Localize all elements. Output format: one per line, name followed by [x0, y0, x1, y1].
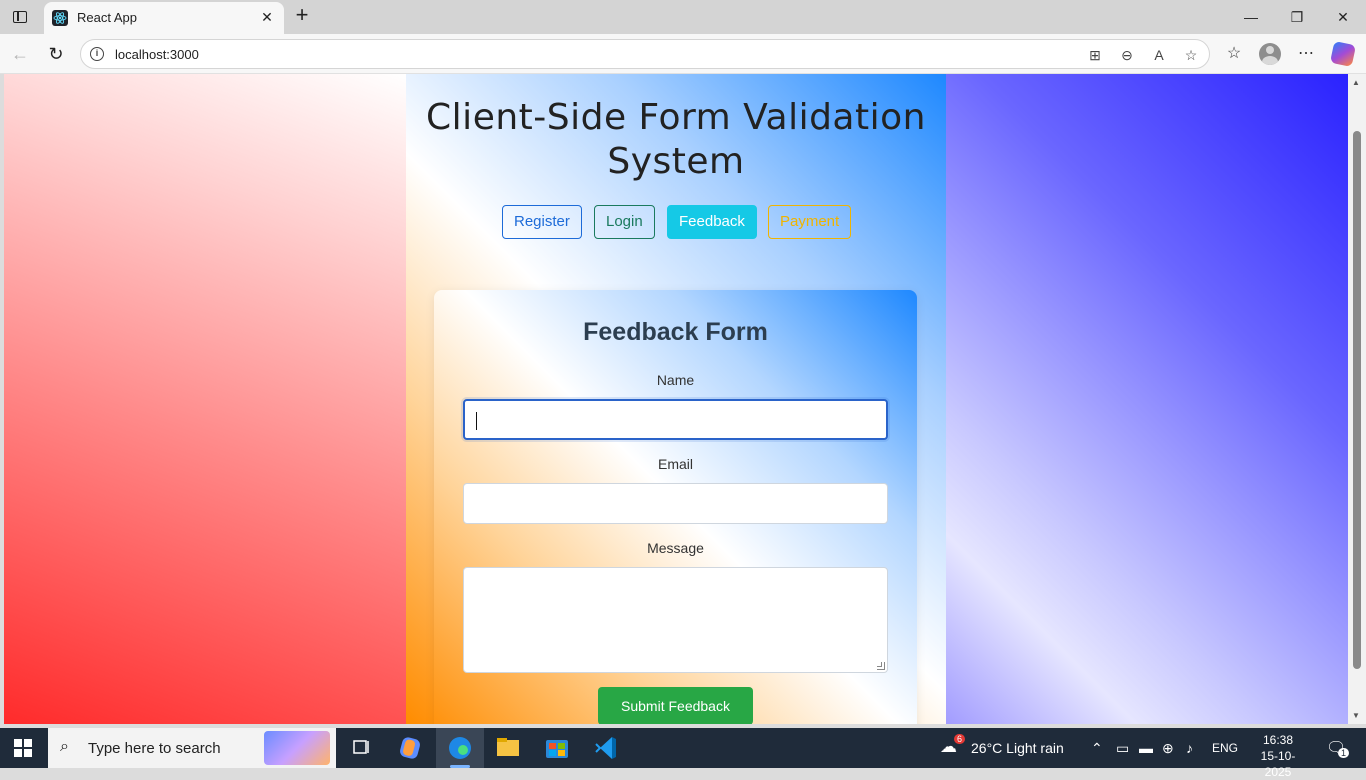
browser-tabstrip: React App ✕ + — ❐ ✕ [0, 0, 1366, 34]
text-caret [476, 412, 477, 430]
nav-payment-button[interactable]: Payment [768, 205, 852, 239]
network-globe-icon[interactable]: ⊕ [1162, 740, 1174, 757]
battery-icon[interactable]: ▬ [1139, 740, 1153, 756]
browser-toolbar: ← ↻ i localhost:3000 ⊞ ⊖ A ☆ ☆ ⋯ [0, 34, 1366, 74]
message-label: Message [647, 540, 704, 556]
app-container: Client-Side Form Validation System Regis… [406, 74, 946, 724]
scrollbar-thumb[interactable] [1353, 131, 1361, 669]
vertical-scrollbar[interactable]: ▲ ▼ [1348, 74, 1366, 724]
edge-taskbar-icon[interactable] [436, 728, 484, 768]
favorite-star-icon[interactable]: ☆ [1181, 45, 1201, 65]
background-left [4, 74, 406, 724]
read-aloud-icon[interactable]: A [1149, 45, 1169, 65]
new-tab-icon[interactable]: + [290, 4, 314, 27]
browser-tab[interactable]: React App ✕ [44, 2, 284, 34]
feedback-form-card: Feedback Form Name Email Message Submit … [434, 290, 917, 724]
window-close-icon[interactable]: ✕ [1328, 6, 1358, 28]
page-title: Client-Side Form Validation System [426, 97, 926, 182]
language-indicator[interactable]: ENG [1212, 741, 1238, 755]
minimize-icon[interactable]: — [1236, 6, 1266, 28]
name-input[interactable] [463, 399, 888, 440]
scroll-up-icon[interactable]: ▲ [1352, 78, 1360, 87]
form-title: Feedback Form [583, 318, 768, 346]
background-right [946, 74, 1348, 724]
microsoft-store-icon[interactable] [533, 728, 581, 768]
show-hidden-icons-icon[interactable]: ⌃ [1091, 740, 1103, 757]
copilot-icon[interactable] [1329, 40, 1357, 68]
search-highlight-image [264, 731, 330, 765]
react-favicon-icon [52, 10, 68, 26]
app-available-icon[interactable]: ⊞ [1085, 45, 1105, 65]
notifications-count: 1 [1338, 748, 1350, 758]
submit-feedback-button[interactable]: Submit Feedback [598, 687, 753, 724]
weather-badge: 6 [954, 734, 966, 744]
vscode-icon[interactable] [582, 728, 630, 768]
profile-avatar[interactable] [1259, 43, 1281, 65]
taskbar: ⌕ Type here to search ☁ 6 26°C Light rai… [0, 728, 1366, 779]
search-icon: ⌕ [60, 738, 69, 755]
nav-feedback-button[interactable]: Feedback [667, 205, 757, 239]
name-label: Name [656, 372, 695, 388]
resize-handle-icon[interactable] [877, 662, 885, 670]
back-icon[interactable]: ← [8, 42, 32, 66]
task-view-icon[interactable] [338, 728, 386, 768]
more-options-icon[interactable]: ⋯ [1294, 42, 1318, 66]
clock-time: 16:38 [1262, 733, 1294, 747]
meet-now-icon[interactable]: ▭ [1116, 740, 1129, 757]
windows-start-icon[interactable] [14, 739, 32, 757]
nav-register-button[interactable]: Register [502, 205, 582, 239]
address-bar[interactable]: i localhost:3000 ⊞ ⊖ A ☆ [80, 39, 1210, 69]
page-viewport: Client-Side Form Validation System Regis… [4, 74, 1348, 724]
taskbar-clock[interactable]: 16:38 15-10-2025 [1250, 732, 1306, 780]
file-explorer-icon[interactable] [484, 728, 532, 768]
nav-login-button[interactable]: Login [594, 205, 655, 239]
email-label: Email [657, 456, 693, 472]
taskbar-search[interactable]: ⌕ Type here to search [48, 728, 336, 768]
refresh-icon[interactable]: ↻ [44, 42, 68, 66]
favorites-icon[interactable]: ☆ [1222, 42, 1246, 66]
message-textarea[interactable] [463, 567, 888, 673]
scroll-down-icon[interactable]: ▼ [1352, 711, 1360, 720]
restore-icon[interactable]: ❐ [1282, 6, 1312, 28]
app-nav: Register Login Feedback Payment [406, 205, 946, 239]
tab-actions-icon[interactable] [8, 6, 32, 28]
url-text: localhost:3000 [115, 47, 199, 62]
site-info-icon[interactable]: i [90, 47, 104, 61]
weather-text[interactable]: 26°C Light rain [971, 740, 1064, 756]
email-input[interactable] [463, 483, 888, 524]
volume-icon[interactable]: ♪ [1186, 740, 1193, 756]
search-placeholder: Type here to search [88, 740, 221, 757]
copilot-taskbar-icon[interactable] [386, 728, 434, 768]
tab-close-icon[interactable]: ✕ [258, 8, 276, 26]
zoom-out-icon[interactable]: ⊖ [1117, 45, 1137, 65]
clock-date: 15-10-2025 [1260, 749, 1296, 779]
tab-title: React App [77, 10, 137, 25]
